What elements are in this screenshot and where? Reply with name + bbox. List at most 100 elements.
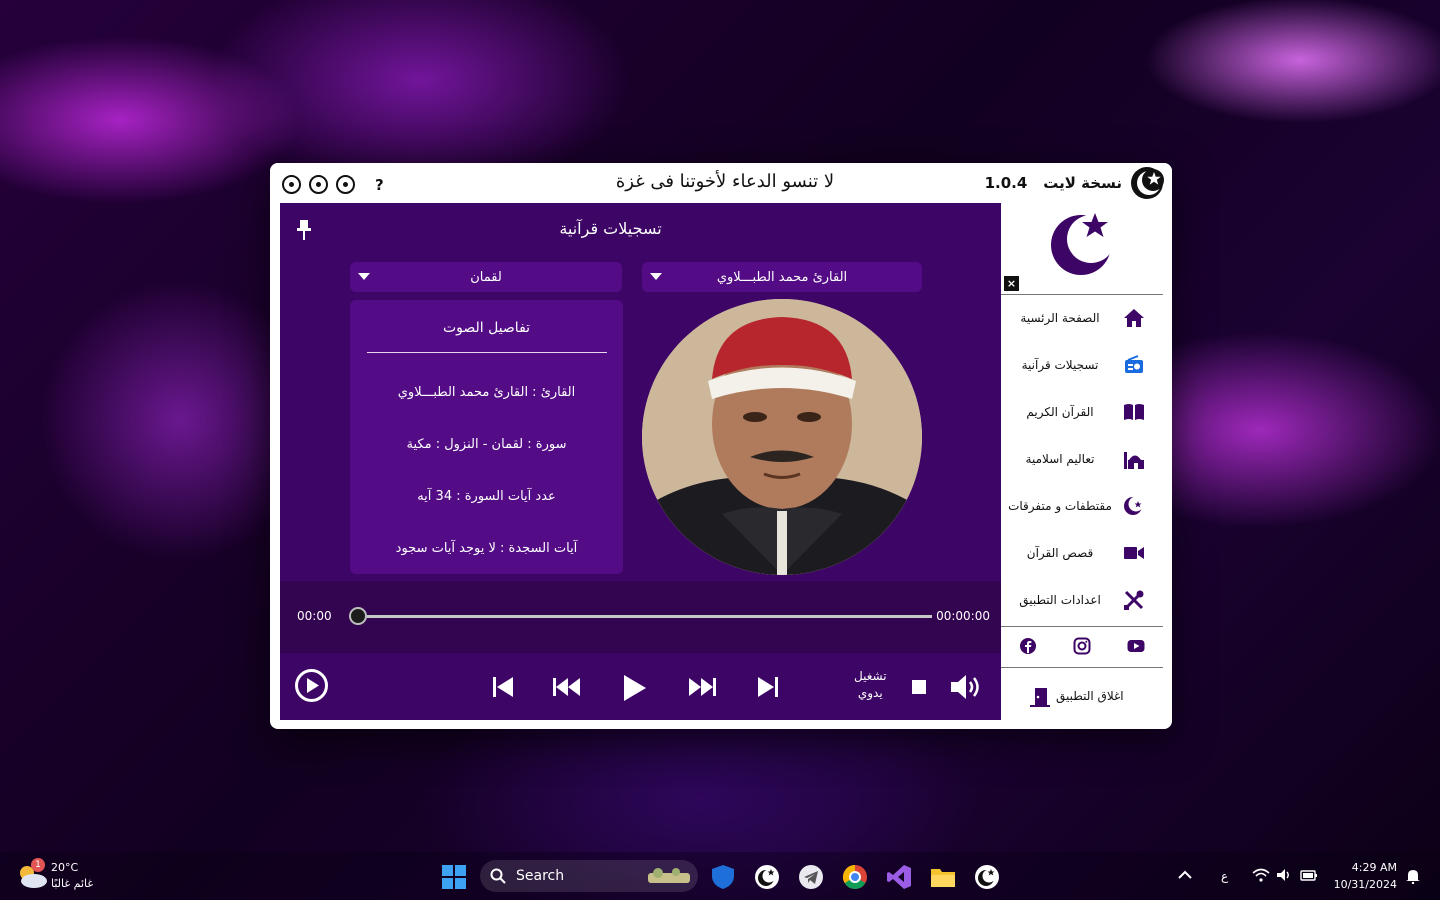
sidebar-item-teachings[interactable]: تعاليم اسلامية: [1001, 439, 1163, 479]
sidebar-item-excerpts[interactable]: مقتطفات و متفرقات: [1001, 486, 1163, 526]
input-language[interactable]: ع: [1221, 869, 1228, 883]
sidebar-item-label: تعاليم اسلامية: [1025, 452, 1095, 466]
taskbar: 1 20°C غائم غالبًا Search ع 4:29 AM 10/3…: [0, 852, 1440, 900]
sidebar-item-label: الصفحة الرئسية: [1020, 311, 1100, 325]
notification-bell-icon[interactable]: [1405, 868, 1421, 884]
play-circle-icon[interactable]: [294, 668, 329, 703]
details-divider: [366, 352, 607, 353]
sidebar-item-home[interactable]: الصفحة الرئسية: [1001, 298, 1163, 338]
volume-icon[interactable]: [949, 672, 985, 702]
sidebar: × الصفحة الرئسية تسجيلات قرآنية القرآن ا…: [1001, 203, 1163, 720]
app-name: نسخة لايت: [1043, 174, 1122, 192]
speaker-icon[interactable]: [1276, 868, 1292, 882]
defender-shield-icon[interactable]: [710, 864, 736, 890]
chevron-down-icon: [650, 273, 662, 280]
reciter-select-value: القارئ محمد الطبـــلاوي: [716, 269, 848, 285]
book-icon: [1124, 404, 1144, 420]
visual-studio-icon[interactable]: [886, 864, 912, 890]
search-highlight-icon: [648, 868, 690, 883]
youtube-icon[interactable]: [1127, 637, 1145, 655]
progress-thumb[interactable]: [349, 607, 367, 625]
title-bar: ? لا تنسو الدعاء لأخوتنا فى غزة 1.0.4 نس…: [270, 163, 1172, 203]
tools-icon: [1124, 590, 1144, 610]
video-icon: [1124, 547, 1144, 559]
facebook-icon[interactable]: [1019, 637, 1037, 655]
playback-mode-line2: يدوي: [857, 686, 883, 700]
app-logo-icon: [1131, 167, 1164, 199]
sidebar-item-label: قصص القرآن: [1026, 546, 1094, 560]
window-controls: ?: [282, 175, 384, 194]
fast-forward-icon[interactable]: [688, 677, 716, 697]
skip-next-icon[interactable]: [757, 675, 779, 699]
sidebar-item-label: مقتطفات و متفرقات: [1008, 499, 1112, 513]
sidebar-divider: [1001, 626, 1163, 627]
elapsed-time: 00:00: [297, 609, 332, 623]
progress-track[interactable]: [358, 615, 932, 618]
page-title: تسجيلات قرآنية: [559, 219, 662, 238]
clock-date[interactable]: 10/31/2024: [1334, 878, 1397, 891]
sidebar-divider: [1001, 667, 1163, 668]
crescent-star-logo-icon: [1051, 213, 1115, 275]
play-icon[interactable]: [623, 674, 647, 702]
taskbar-search[interactable]: Search: [480, 860, 698, 892]
wifi-icon[interactable]: [1252, 868, 1270, 882]
radio-icon: [1125, 355, 1143, 373]
app-window: ? لا تنسو الدعاء لأخوتنا فى غزة 1.0.4 نس…: [270, 163, 1172, 729]
surah-select-value: لقمان: [470, 269, 502, 285]
app-version: 1.0.4: [984, 174, 1028, 192]
weather-desc: غائم غالبًا: [51, 877, 94, 890]
details-sajda: آيات السجدة : لا يوجد آيات سجود: [395, 541, 578, 556]
sidebar-item-settings[interactable]: اعدادات التطبيق: [1001, 580, 1163, 620]
sidebar-item-stories[interactable]: قصص القرآن: [1001, 533, 1163, 573]
surah-select[interactable]: لقمان: [350, 262, 622, 292]
windows-start-icon[interactable]: [441, 864, 467, 890]
sidebar-item-recordings[interactable]: تسجيلات قرآنية: [1001, 345, 1163, 385]
sidebar-item-label: القرآن الكريم: [1026, 405, 1094, 419]
details-ayat-count: عدد آيات السورة : 34 آيه: [417, 489, 556, 504]
quran-app-active-icon[interactable]: [974, 864, 1000, 890]
search-icon: [490, 868, 506, 884]
file-explorer-icon[interactable]: [930, 864, 956, 890]
instagram-icon[interactable]: [1073, 637, 1091, 655]
sidebar-divider: [1001, 294, 1163, 295]
details-reciter: القارئ : القارئ محمد الطبـــلاوي: [397, 385, 576, 400]
sidebar-item-label: اعدادات التطبيق: [1019, 593, 1101, 607]
quran-app-icon[interactable]: [754, 864, 780, 890]
battery-icon[interactable]: [1300, 868, 1318, 882]
telegram-icon[interactable]: [798, 864, 824, 890]
chevron-down-icon: [358, 273, 370, 280]
main-panel: تسجيلات قرآنية لقمان القارئ محمد الطبـــ…: [280, 203, 1001, 720]
maximize-window-button[interactable]: [309, 175, 328, 194]
exit-app-label: اغلاق التطبيق: [1056, 689, 1124, 703]
audio-details-card: تفاصيل الصوت القارئ : القارئ محمد الطبــ…: [350, 300, 623, 574]
player-controls: تشغيل يدوي: [280, 653, 1001, 720]
details-heading: تفاصيل الصوت: [442, 320, 531, 336]
chevron-up-icon[interactable]: [1178, 870, 1192, 880]
home-icon: [1124, 309, 1144, 327]
minimize-window-button[interactable]: [336, 175, 355, 194]
app-brand: 1.0.4 نسخة لايت: [985, 166, 1164, 200]
weather-temp: 20°C: [51, 861, 79, 874]
skip-previous-icon[interactable]: [492, 675, 514, 699]
crescent-icon: [1124, 496, 1144, 515]
reciter-portrait: [642, 299, 922, 575]
details-surah: سورة : لقمان - النزول : مكية: [406, 437, 567, 452]
search-label: Search: [516, 868, 565, 884]
playback-mode-toggle[interactable]: تشغيل يدوي: [854, 668, 887, 702]
seek-bar: 00:00 00:00:00: [280, 581, 1001, 653]
close-window-button[interactable]: [282, 175, 301, 194]
sidebar-item-label: تسجيلات قرآنية: [1021, 358, 1099, 372]
rewind-icon[interactable]: [553, 677, 581, 697]
sidebar-close-button[interactable]: ×: [1004, 276, 1019, 291]
clock-time[interactable]: 4:29 AM: [1352, 861, 1397, 874]
playback-mode-line1: تشغيل: [854, 669, 887, 683]
exit-app-button[interactable]: اغلاق التطبيق: [1001, 677, 1163, 717]
stop-icon[interactable]: [911, 679, 927, 695]
help-button[interactable]: ?: [375, 176, 384, 194]
reciter-select[interactable]: القارئ محمد الطبـــلاوي: [642, 262, 922, 292]
mosque-icon: [1124, 452, 1144, 469]
chrome-icon[interactable]: [842, 864, 868, 890]
door-exit-icon: [1030, 688, 1050, 707]
sidebar-item-quran[interactable]: القرآن الكريم: [1001, 392, 1163, 432]
weather-badge: 1: [31, 858, 45, 872]
